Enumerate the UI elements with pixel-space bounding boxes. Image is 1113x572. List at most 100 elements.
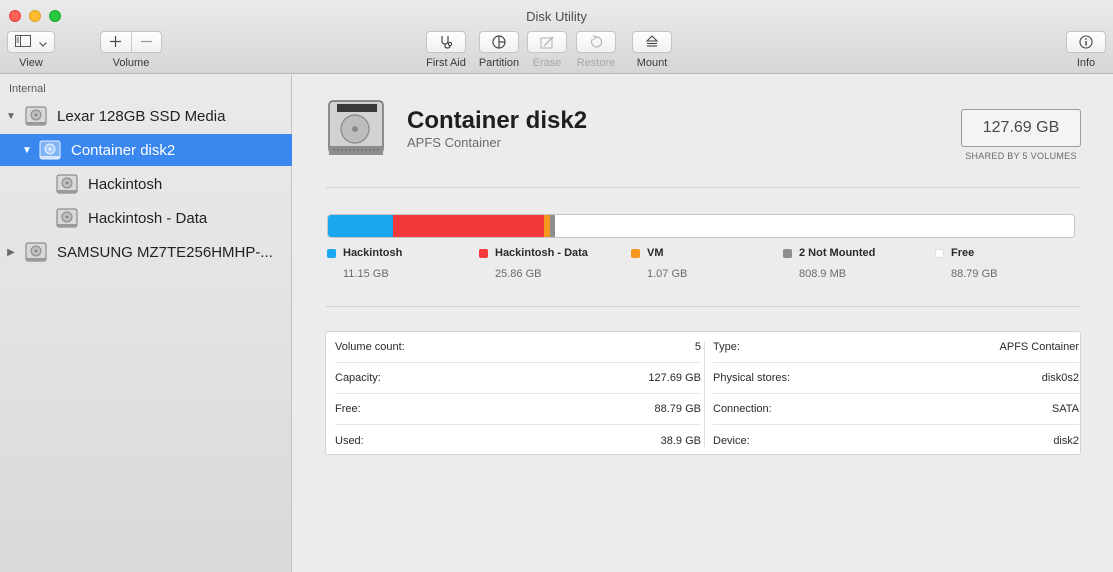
- info-column-right: Type: APFS Container Physical stores: disk…: [713, 332, 1079, 456]
- hard-drive-icon: [328, 100, 384, 155]
- info-value: disk0s2: [1041, 372, 1079, 384]
- info-value: SATA: [1051, 403, 1079, 415]
- segment-divider: [130, 32, 132, 52]
- info-value: 38.9 GB: [660, 434, 701, 447]
- toolbar: Disk Utility View Volume First Aid Parti…: [0, 0, 1113, 74]
- info-row: Used: 38.9 GB: [335, 425, 701, 456]
- info-key: Connection:: [713, 403, 772, 415]
- partition-label: Partition: [478, 57, 520, 69]
- legend-swatch: [935, 248, 944, 258]
- legend-size: 88.79 GB: [951, 268, 998, 280]
- sidebar-item-label: Hackintosh - Data: [88, 209, 208, 227]
- plus-icon: [110, 35, 121, 47]
- legend-label: Hackintosh: [343, 247, 403, 259]
- legend-swatch: [327, 248, 336, 258]
- mount-button[interactable]: [632, 31, 672, 53]
- legend-name: Free: [935, 247, 997, 259]
- sidebar-item-label: Hackintosh: [88, 175, 163, 193]
- info-column-left: Volume count: 5 Capacity: 127.69 GB Free: 8…: [335, 332, 701, 456]
- sidebar-item-container-disk2[interactable]: ▼ Container disk2: [0, 134, 292, 166]
- usage-segment: [328, 215, 394, 237]
- info-row: Connection: SATA: [713, 394, 1079, 425]
- info-row: Free: 88.79 GB: [335, 394, 701, 425]
- legend-size: 25.86 GB: [495, 268, 542, 280]
- eraser-icon: [539, 36, 553, 49]
- sidebar-item-label: Lexar 128GB SSD Media: [57, 107, 226, 125]
- remove-volume-button[interactable]: [133, 35, 161, 50]
- info-row: Physical stores: disk0s2: [713, 363, 1079, 394]
- erase-label: Erase: [532, 57, 562, 69]
- volume-title: Container disk2: [407, 107, 588, 134]
- hard-drive-icon: [25, 106, 47, 126]
- legend-name: Hackintosh: [327, 247, 402, 259]
- info-row: Volume count: 5: [335, 332, 701, 363]
- volume-drive-icon: [56, 174, 78, 194]
- chevron-down-icon: [39, 35, 47, 50]
- legend-item: Hackintosh - Data 25.86 GB: [479, 247, 588, 280]
- legend-size: 11.15 GB: [343, 268, 389, 280]
- info-row: Capacity: 127.69 GB: [335, 363, 701, 394]
- first-aid-label: First Aid: [426, 57, 466, 69]
- view-button[interactable]: [7, 31, 55, 53]
- sidebar-item-label: SAMSUNG MZ7TE256HMHP-...: [57, 243, 273, 261]
- info-key: Free:: [335, 403, 361, 415]
- legend-item: Hackintosh 11.15 GB: [327, 247, 402, 280]
- shared-volumes-caption: SHARED BY 5 VOLUMES: [965, 151, 1077, 161]
- first-aid-button[interactable]: [426, 31, 466, 53]
- sidebar: Internal ▼ Lexar 128GB SSD Media ▼ Conta…: [0, 75, 292, 572]
- info-row: Type: APFS Container: [713, 332, 1079, 363]
- restore-label: Restore: [576, 57, 616, 69]
- info-value: 127.69 GB: [648, 372, 701, 384]
- sidebar-section-internal: Internal: [9, 83, 46, 95]
- legend-item: VM 1.07 GB: [631, 247, 687, 280]
- disclosure-expanded-icon[interactable]: ▼: [5, 111, 17, 122]
- legend-swatch: [479, 248, 488, 258]
- info-label: Info: [1076, 57, 1096, 69]
- restore-button[interactable]: [576, 31, 616, 53]
- disclosure-collapsed-icon[interactable]: ▶: [5, 247, 17, 258]
- legend-item: 2 Not Mounted 808.9 MB: [783, 247, 875, 280]
- legend-name: Hackintosh - Data: [479, 247, 588, 259]
- usage-bar: [327, 214, 1075, 238]
- mount-label: Mount: [636, 57, 668, 69]
- legend-label: 2 Not Mounted: [799, 247, 876, 259]
- legend-swatch: [783, 248, 792, 258]
- legend-label: VM: [647, 247, 664, 259]
- legend-name: VM: [631, 247, 687, 259]
- legend-label: Free: [951, 247, 975, 259]
- sidebar-icon: [15, 34, 31, 50]
- sidebar-item-hackintosh-data[interactable]: Hackintosh - Data: [0, 202, 292, 234]
- volume-segmented-control: [100, 31, 162, 53]
- pie-chart-icon: [492, 35, 506, 49]
- legend-item: Free 88.79 GB: [935, 247, 997, 280]
- info-value: APFS Container: [999, 341, 1079, 353]
- info-button[interactable]: [1066, 31, 1106, 53]
- stethoscope-icon: [441, 36, 453, 49]
- legend-swatch: [631, 248, 640, 258]
- info-key: Volume count:: [335, 341, 405, 353]
- info-key: Type:: [713, 341, 740, 353]
- info-table: Volume count: 5 Capacity: 127.69 GB Free: 8…: [325, 331, 1081, 455]
- partition-button[interactable]: [479, 31, 519, 53]
- info-key: Used:: [335, 434, 364, 447]
- sidebar-item-hackintosh[interactable]: Hackintosh: [0, 168, 292, 200]
- legend-name: 2 Not Mounted: [783, 247, 875, 259]
- disclosure-expanded-icon[interactable]: ▼: [21, 145, 33, 156]
- window-title: Disk Utility: [526, 9, 587, 24]
- hard-drive-icon: [25, 242, 47, 262]
- erase-button[interactable]: [527, 31, 567, 53]
- legend-label: Hackintosh - Data: [495, 247, 588, 259]
- sidebar-item-lexar[interactable]: ▼ Lexar 128GB SSD Media: [0, 100, 292, 132]
- info-key: Device:: [713, 434, 750, 447]
- add-volume-button[interactable]: [102, 35, 130, 50]
- sidebar-item-label: Container disk2: [71, 141, 176, 159]
- legend-size: 808.9 MB: [799, 268, 847, 280]
- sidebar-item-samsung[interactable]: ▶ SAMSUNG MZ7TE256HMHP-...: [0, 236, 292, 268]
- volume-drive-icon: [56, 208, 78, 228]
- legend-size: 1.07 GB: [647, 268, 688, 280]
- usage-segment: [393, 215, 545, 237]
- volume-label: Volume: [112, 57, 150, 69]
- volume-subtitle: APFS Container: [407, 135, 501, 150]
- view-label: View: [19, 57, 43, 69]
- minus-icon: [141, 40, 152, 42]
